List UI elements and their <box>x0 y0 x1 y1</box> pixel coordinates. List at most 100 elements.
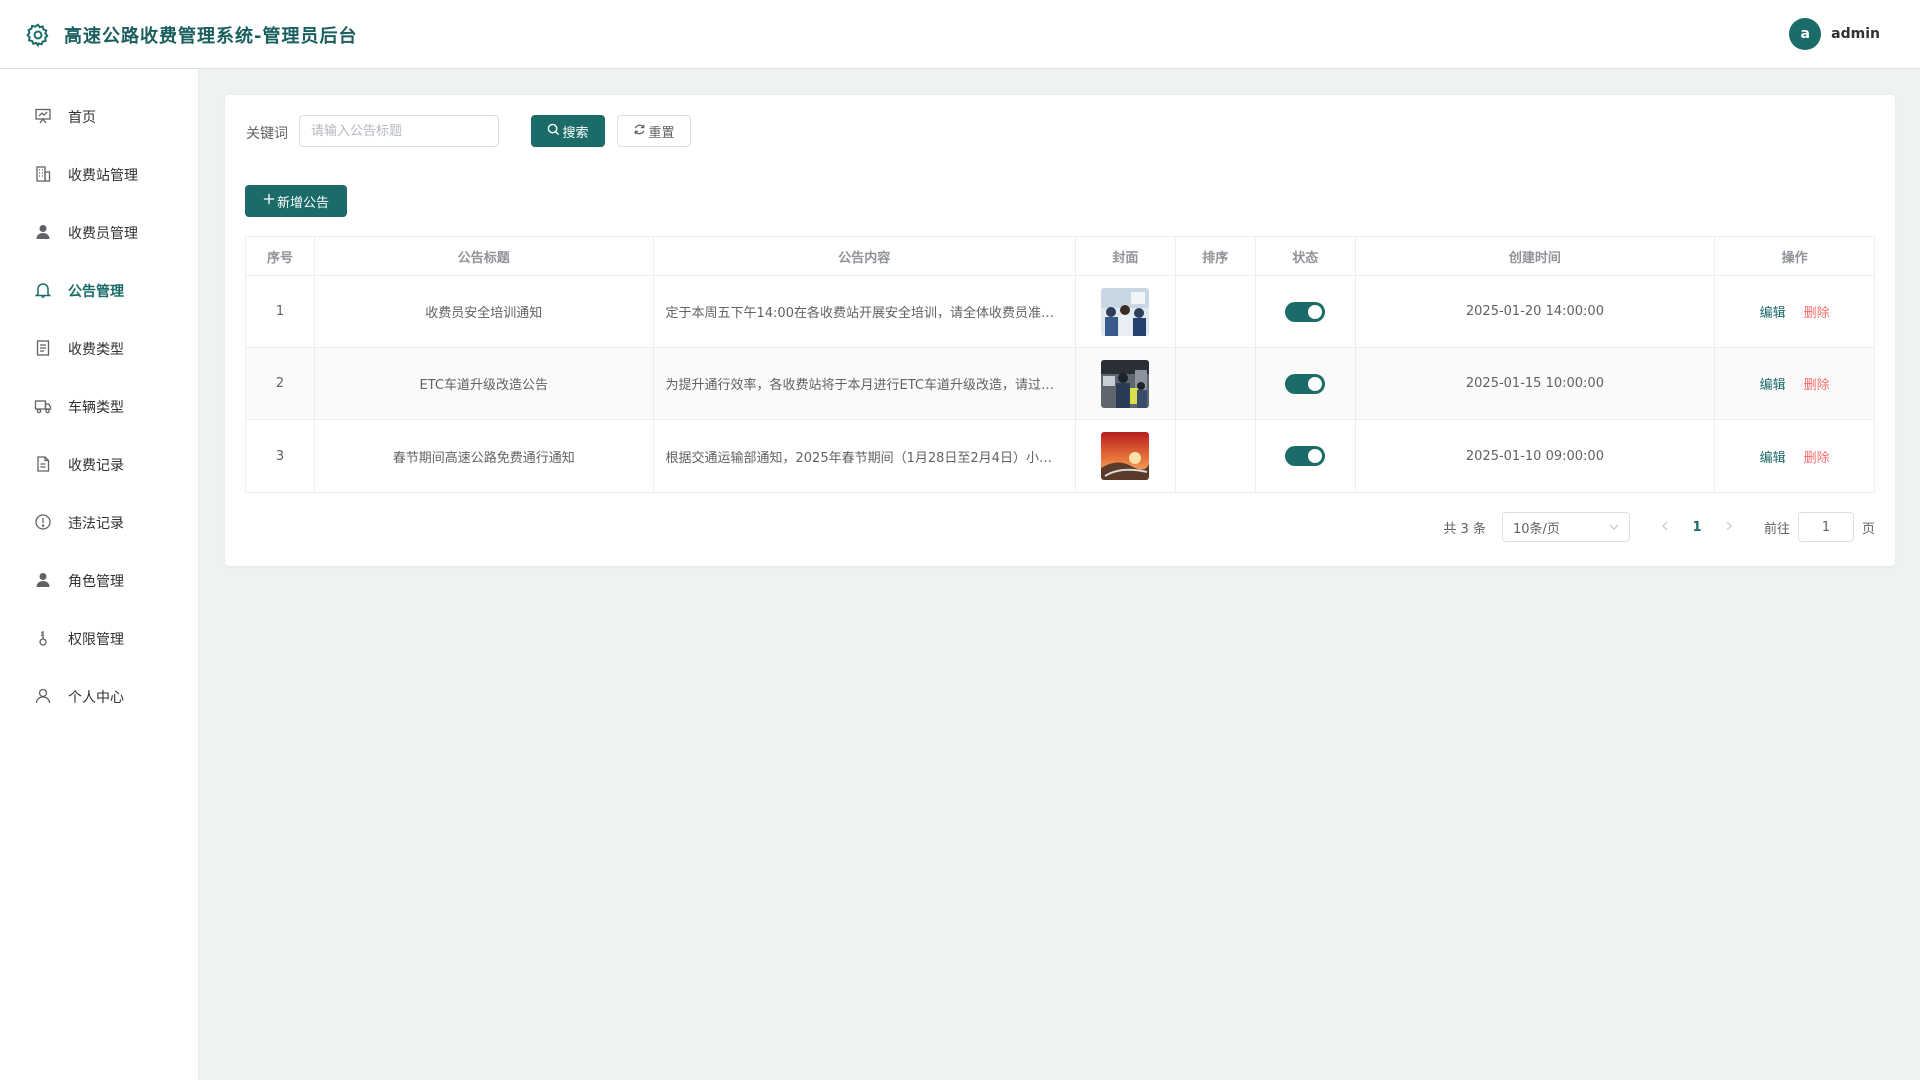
sidebar-item-profile[interactable]: 个人中心 <box>0 671 198 721</box>
table-header: 序号 公告标题 公告内容 封面 排序 状态 创建时间 操作 <box>246 237 1874 276</box>
reset-button-label: 重置 <box>648 125 675 141</box>
page-number-current[interactable]: 1 <box>1680 520 1714 535</box>
sidebar-item-permission[interactable]: 权限管理 <box>0 613 198 663</box>
edit-link[interactable]: 编辑 <box>1760 302 1786 321</box>
delete-link[interactable]: 删除 <box>1804 302 1830 321</box>
sidebar-item-label: 收费记录 <box>68 458 124 474</box>
sidebar-item-announcement[interactable]: 公告管理 <box>0 265 198 315</box>
sidebar-item-label: 违法记录 <box>68 516 124 532</box>
column-header: 公告标题 <box>315 237 654 275</box>
document-icon <box>34 339 52 357</box>
person-outline-icon <box>34 687 52 705</box>
row-cover-cell <box>1076 420 1176 492</box>
search-button[interactable]: 搜索 <box>531 115 605 147</box>
edit-link[interactable]: 编辑 <box>1760 447 1786 466</box>
sidebar-item-collector[interactable]: 收费员管理 <box>0 207 198 257</box>
key-icon <box>34 629 52 647</box>
row-content: 定于本周五下午14:00在各收费站开展安全培训，请全体收费员准时参加。 <box>665 306 1064 321</box>
cover-image-training[interactable] <box>1101 287 1150 336</box>
delete-link[interactable]: 删除 <box>1804 374 1830 393</box>
user-icon <box>34 223 52 241</box>
table-row: 1 收费员安全培训通知 定于本周五下午14:00在各收费站开展安全培训，请全体收… <box>246 276 1874 348</box>
row-content-cell: 为提升通行效率，各收费站将于本月进行ETC车道升级改造，请过往车辆注意。 <box>654 348 1076 419</box>
page-unit-label: 页 <box>1861 521 1875 537</box>
edit-link[interactable]: 编辑 <box>1760 374 1786 393</box>
record-icon <box>34 455 52 473</box>
row-sort <box>1176 276 1256 347</box>
user-icon <box>34 571 52 589</box>
row-cover-cell <box>1076 276 1176 347</box>
status-toggle[interactable] <box>1285 446 1326 466</box>
sidebar-item-role[interactable]: 角色管理 <box>0 555 198 605</box>
cover-image-spring-festival[interactable] <box>1101 432 1150 480</box>
row-title: 收费员安全培训通知 <box>315 276 654 347</box>
add-button-label: 新增公告 <box>276 195 329 211</box>
table-row: 2 ETC车道升级改造公告 为提升通行效率，各收费站将于本月进行ETC车道升级改… <box>246 348 1874 420</box>
sidebar-item-toll-station[interactable]: 收费站管理 <box>0 149 198 199</box>
announcement-panel: 关键词 搜索 重置 新增公告 序号 公告标题 公告内容 封面 排序 状态 创建时… <box>225 95 1895 566</box>
reset-button[interactable]: 重置 <box>617 115 691 147</box>
row-sort <box>1176 348 1256 419</box>
sidebar-item-vehicle-type[interactable]: 车辆类型 <box>0 381 198 431</box>
delete-link[interactable]: 删除 <box>1804 447 1830 466</box>
sidebar-item-label: 车辆类型 <box>68 400 124 416</box>
top-header: 高速公路收费管理系统-管理员后台 a admin <box>0 0 1920 69</box>
chevron-down-icon <box>1609 522 1619 533</box>
row-actions: 编辑 删除 <box>1715 420 1874 492</box>
sidebar-item-label: 收费站管理 <box>68 168 138 184</box>
add-announcement-button[interactable]: 新增公告 <box>245 185 347 217</box>
sidebar-item-label: 公告管理 <box>68 284 124 300</box>
column-header: 公告内容 <box>654 237 1076 275</box>
chevron-left-icon <box>1662 521 1668 531</box>
row-status-cell <box>1256 420 1356 492</box>
avatar[interactable]: a <box>1789 18 1822 50</box>
column-header: 序号 <box>246 237 315 275</box>
app-title: 高速公路收费管理系统-管理员后台 <box>64 26 358 47</box>
row-index: 1 <box>246 276 315 347</box>
keyword-label: 关键词 <box>246 126 288 142</box>
dashboard-icon <box>34 107 52 125</box>
sidebar-item-label: 收费类型 <box>68 342 124 358</box>
row-actions: 编辑 删除 <box>1715 276 1874 347</box>
username[interactable]: admin <box>1831 26 1880 42</box>
sidebar-item-label: 收费员管理 <box>68 226 138 242</box>
row-index: 2 <box>246 348 315 419</box>
row-actions: 编辑 删除 <box>1715 348 1874 419</box>
sidebar-item-fee-type[interactable]: 收费类型 <box>0 323 198 373</box>
cover-image-etc[interactable] <box>1101 359 1150 408</box>
sidebar-item-label: 首页 <box>68 110 96 126</box>
search-icon <box>547 123 560 140</box>
goto-label: 前往 <box>1763 521 1790 537</box>
row-index: 3 <box>246 420 315 492</box>
row-content-cell: 根据交通运输部通知，2025年春节期间（1月28日至2月4日）小型客车免费通行。 <box>654 420 1076 492</box>
row-cover-cell <box>1076 348 1176 419</box>
page-size-value: 10条/页 <box>1512 521 1560 537</box>
row-content: 根据交通运输部通知，2025年春节期间（1月28日至2月4日）小型客车免费通行。 <box>665 450 1064 466</box>
keyword-input[interactable] <box>299 115 499 147</box>
row-title: ETC车道升级改造公告 <box>315 348 654 419</box>
announcement-table: 序号 公告标题 公告内容 封面 排序 状态 创建时间 操作 1 收费员安全培训通… <box>245 236 1875 493</box>
sidebar-item-fee-record[interactable]: 收费记录 <box>0 439 198 489</box>
column-header: 状态 <box>1256 237 1356 275</box>
sidebar-item-home[interactable]: 首页 <box>0 91 198 141</box>
row-content: 为提升通行效率，各收费站将于本月进行ETC车道升级改造，请过往车辆注意。 <box>665 378 1064 393</box>
table-row: 3 春节期间高速公路免费通行通知 根据交通运输部通知，2025年春节期间（1月2… <box>246 420 1874 492</box>
goto-page-input[interactable] <box>1797 512 1854 542</box>
row-content-cell: 定于本周五下午14:00在各收费站开展安全培训，请全体收费员准时参加。 <box>654 276 1076 347</box>
sidebar-item-label: 权限管理 <box>68 632 124 648</box>
sidebar-item-violation[interactable]: 违法记录 <box>0 497 198 547</box>
status-toggle[interactable] <box>1285 373 1326 394</box>
next-page-button[interactable] <box>1714 519 1744 535</box>
gear-icon <box>25 22 51 48</box>
page-size-select[interactable]: 10条/页 <box>1501 512 1630 542</box>
column-header: 创建时间 <box>1356 237 1716 275</box>
sidebar: 首页 收费站管理 收费员管理 公告管理 收费类型 车辆类型 收费记录 违法记录 … <box>0 69 199 1080</box>
pagination-total: 共 3 条 <box>1443 521 1486 537</box>
truck-icon <box>34 397 52 415</box>
status-toggle[interactable] <box>1285 301 1326 322</box>
search-button-label: 搜索 <box>562 125 589 141</box>
user-menu[interactable]: a admin <box>1789 18 1880 50</box>
prev-page-button[interactable] <box>1650 519 1680 535</box>
column-header: 操作 <box>1781 250 1808 266</box>
sidebar-item-label: 个人中心 <box>68 690 124 706</box>
